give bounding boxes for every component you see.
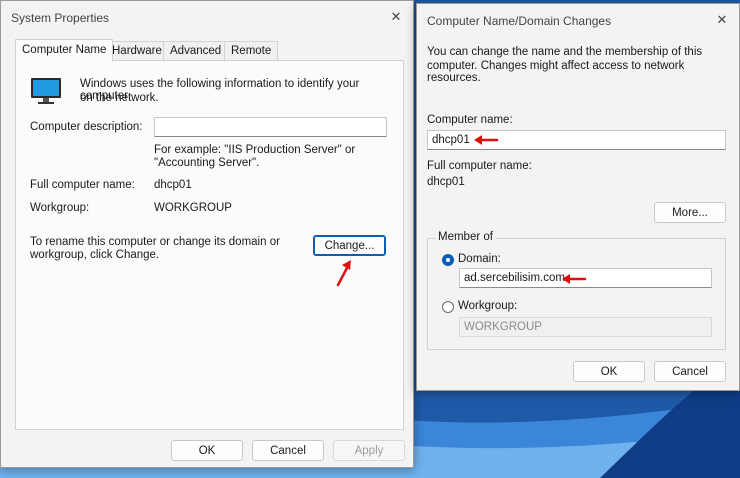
computer-description-input[interactable] [154, 117, 387, 137]
system-properties-titlebar: System Properties ✕ [1, 1, 413, 33]
red-arrow-icon [562, 274, 587, 284]
cancel-button[interactable]: Cancel [654, 361, 726, 382]
workgroup-label[interactable]: Workgroup: [458, 300, 517, 312]
workgroup-label: Workgroup: [30, 202, 90, 214]
computer-name-label: Computer name: [427, 114, 513, 126]
intro-text-line2: on the network. [80, 92, 159, 104]
member-of-label: Member of [436, 231, 495, 243]
domain-changes-titlebar: Computer Name/Domain Changes ✕ [417, 4, 739, 36]
change-button[interactable]: Change... [313, 235, 386, 256]
rename-text-line2: workgroup, click Change. [30, 249, 160, 261]
tab-remote[interactable]: Remote [224, 41, 279, 61]
full-computer-name-label: Full computer name: [30, 179, 135, 191]
workgroup-value: WORKGROUP [154, 202, 232, 214]
workgroup-input: WORKGROUP [459, 317, 712, 337]
cancel-button[interactable]: Cancel [252, 440, 324, 461]
rename-text-line1: To rename this computer or change its do… [30, 236, 280, 248]
computer-description-label: Computer description: [30, 121, 143, 133]
red-arrow-icon [336, 260, 351, 287]
ok-button[interactable]: OK [171, 440, 243, 461]
tab-advanced[interactable]: Advanced [163, 41, 229, 61]
full-computer-name-value: dhcp01 [154, 179, 192, 191]
example-text-line1: For example: "IIS Production Server" or [154, 144, 356, 156]
system-properties-window: System Properties ✕ Computer Name Hardwa… [0, 0, 414, 468]
window-title: Computer Name/Domain Changes [427, 14, 612, 28]
intro-text-line1: You can change the name and the membersh… [427, 46, 703, 58]
full-computer-name-value: dhcp01 [427, 176, 465, 188]
red-arrow-icon [474, 135, 499, 145]
apply-button[interactable]: Apply [333, 440, 405, 461]
ok-button[interactable]: OK [573, 361, 645, 382]
computer-name-tab-panel: Windows uses the following information t… [15, 60, 404, 430]
tab-computer-name[interactable]: Computer Name [15, 39, 114, 61]
full-computer-name-label: Full computer name: [427, 160, 532, 172]
example-text-line2: "Accounting Server". [154, 157, 260, 169]
computer-name-input[interactable]: dhcp01 [427, 130, 726, 150]
close-icon[interactable]: ✕ [383, 4, 409, 30]
intro-text-line2: computer. Changes might affect access to… [427, 60, 685, 84]
member-of-groupbox: Member of Domain: ad.sercebilisim.com Wo… [427, 231, 726, 350]
monitor-icon [31, 78, 61, 104]
window-title: System Properties [11, 11, 110, 25]
close-icon[interactable]: ✕ [709, 7, 735, 33]
domain-changes-window: Computer Name/Domain Changes ✕ You can c… [416, 3, 740, 391]
domain-label[interactable]: Domain: [458, 253, 501, 265]
domain-radio[interactable] [442, 254, 454, 266]
more-button[interactable]: More... [654, 202, 726, 223]
tab-hardware[interactable]: Hardware [105, 41, 169, 61]
workgroup-radio[interactable] [442, 301, 454, 313]
